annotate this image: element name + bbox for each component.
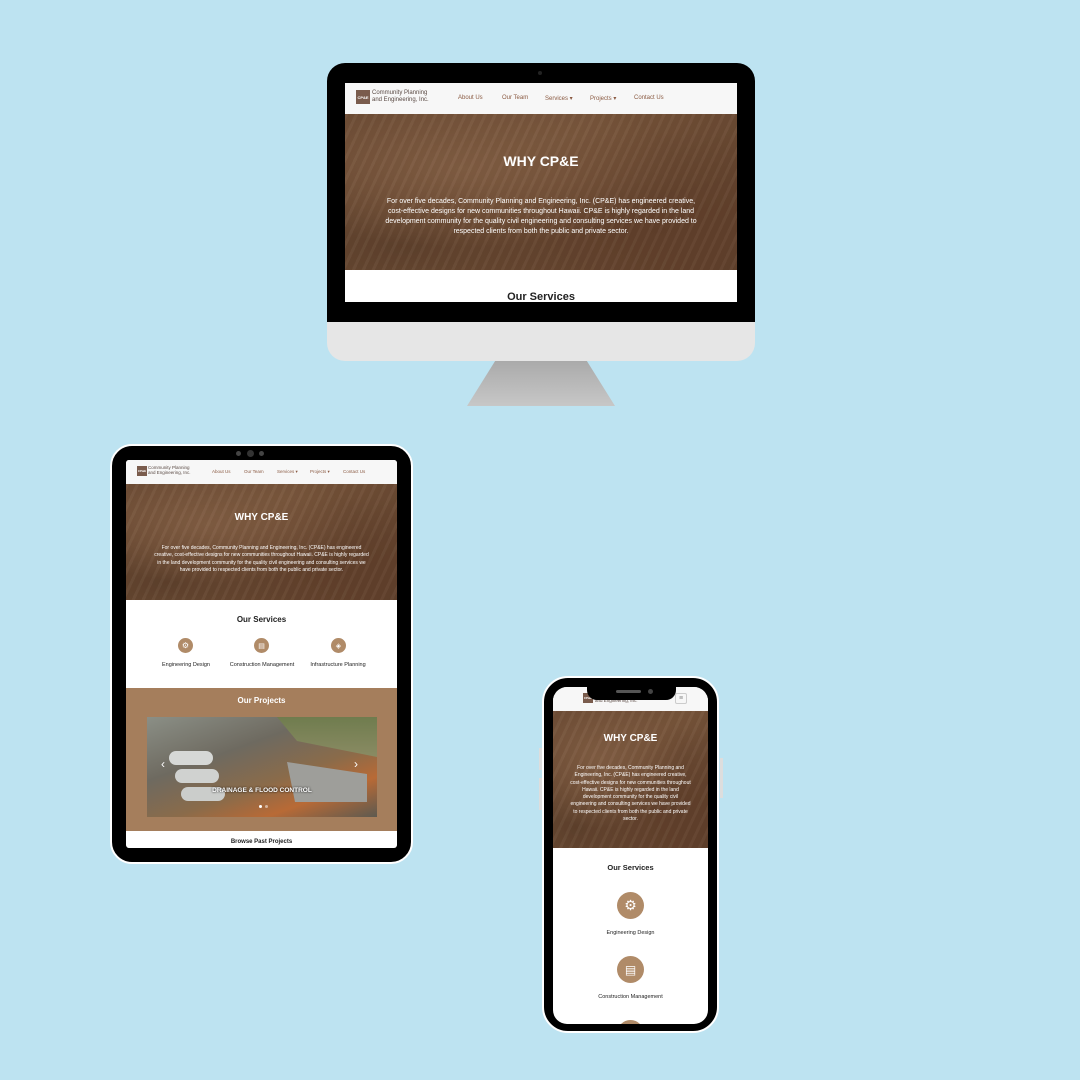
services-title: Our Services <box>236 615 287 624</box>
tablet-camera <box>259 451 264 456</box>
hamburger-menu-icon[interactable]: ≡ <box>675 693 687 704</box>
clipboard-icon[interactable]: ▤ <box>617 956 644 983</box>
desktop-monitor: CP&E Community Planning and Engineering, … <box>327 63 755 361</box>
phone-screen: CP&E Community Planningand Engineering, … <box>553 687 708 1024</box>
hero-text: For over five decades, Community Plannin… <box>154 545 369 573</box>
phone-notch <box>587 687 676 700</box>
phone-hero: WHY CP&E For over five decades, Communit… <box>553 711 708 848</box>
nav-services[interactable]: Services ▾ <box>545 95 573 102</box>
nav-about[interactable]: About Us <box>212 469 231 474</box>
monitor-camera-dot <box>538 71 542 75</box>
logo-text[interactable]: Community Planningand Engineering, Inc. <box>148 465 191 476</box>
culvert-pipe <box>169 751 213 765</box>
logo-mark[interactable]: CP&E <box>356 90 370 104</box>
tablet-navbar: CP&E Community Planning and Engineering, … <box>126 460 397 484</box>
hero-text: For over five decades, Community Plannin… <box>385 198 697 236</box>
nav-about[interactable]: About Us <box>458 95 483 101</box>
tablet-camera <box>247 450 254 457</box>
nav-projects[interactable]: Projects ▾ <box>310 469 330 475</box>
logo-mark[interactable]: CP&E <box>137 466 147 476</box>
projects-title: Our Projects <box>237 696 286 705</box>
service-construction-management[interactable]: Construction Management <box>218 662 306 668</box>
carousel-next-button[interactable]: › <box>354 757 358 771</box>
phone-side-button <box>539 748 542 770</box>
hero-title: WHY CP&E <box>603 733 658 744</box>
tablet-camera <box>236 451 241 456</box>
nav-contact[interactable]: Contact Us <box>343 469 365 474</box>
gear-icon[interactable]: ⚙ <box>178 638 193 653</box>
phone-side-button <box>720 758 723 798</box>
carousel-dot-active[interactable] <box>259 805 262 808</box>
service-engineering-design[interactable]: Engineering Design <box>146 662 226 668</box>
monitor-chin <box>327 322 755 361</box>
speaker-grille <box>616 690 641 693</box>
tablet-device: CP&E Community Planning and Engineering, … <box>110 444 413 864</box>
logo-text[interactable]: Community Planningand Engineering, Inc. <box>372 90 429 103</box>
blueprint-icon[interactable]: ◈ <box>617 1020 644 1024</box>
tablet-hero: WHY CP&E For over five decades, Communit… <box>126 484 397 600</box>
phone-side-button <box>539 778 542 810</box>
desktop-hero: WHY CP&E For over five decades, Communit… <box>345 114 737 270</box>
tablet-screen: CP&E Community Planning and Engineering, … <box>126 460 397 848</box>
hero-text: For over five decades, Community Plannin… <box>570 765 691 822</box>
blueprint-icon[interactable]: ◈ <box>331 638 346 653</box>
monitor-neck <box>467 361 615 406</box>
project-carousel[interactable]: DRAINAGE & FLOOD CONTROL ‹ › <box>147 717 377 817</box>
browse-projects-link[interactable]: Browse Past Projects <box>126 839 397 845</box>
nav-team[interactable]: Our Team <box>502 95 528 101</box>
nav-contact[interactable]: Contact Us <box>634 95 664 101</box>
phone-device: CP&E Community Planningand Engineering, … <box>539 676 723 1033</box>
nav-services[interactable]: Services ▾ <box>277 469 298 475</box>
services-title: Our Services <box>507 291 575 302</box>
desktop-navbar: CP&E Community Planning and Engineering, … <box>345 83 737 114</box>
gear-icon[interactable]: ⚙ <box>617 892 644 919</box>
culvert-pipe <box>175 769 219 783</box>
hero-title: WHY CP&E <box>234 512 289 523</box>
carousel-prev-button[interactable]: ‹ <box>161 757 165 771</box>
hillside-vegetation <box>277 717 377 757</box>
nav-projects[interactable]: Projects ▾ <box>590 95 616 102</box>
desktop-screen: CP&E Community Planning and Engineering, … <box>345 83 737 302</box>
services-title: Our Services <box>607 863 654 872</box>
hero-title: WHY CP&E <box>503 153 579 169</box>
carousel-dot[interactable] <box>265 805 268 808</box>
clipboard-icon[interactable]: ▤ <box>254 638 269 653</box>
service-infrastructure-planning[interactable]: Infrastructure Planning <box>298 662 378 668</box>
front-camera <box>648 689 653 694</box>
nav-team[interactable]: Our Team <box>244 469 264 474</box>
carousel-caption: DRAINAGE & FLOOD CONTROL <box>212 787 312 794</box>
service-engineering-design[interactable]: Engineering Design <box>553 930 708 936</box>
service-construction-management[interactable]: Construction Management <box>553 994 708 1000</box>
projects-section: Our Projects DRAINAGE & FLOOD CONTROL ‹ … <box>126 688 397 831</box>
